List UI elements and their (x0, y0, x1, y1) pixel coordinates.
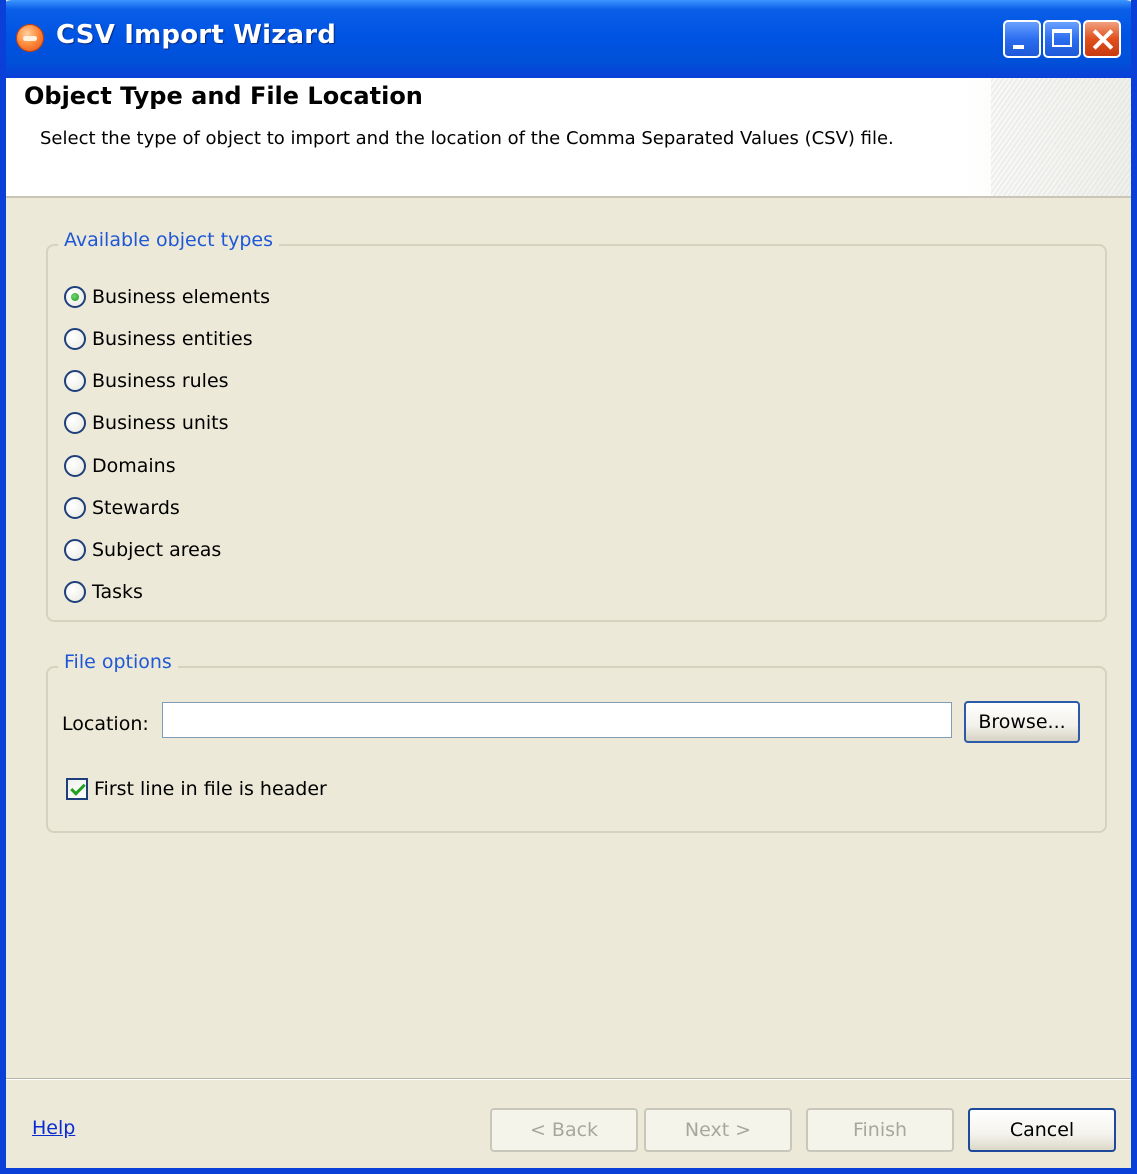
back-button[interactable]: < Back (490, 1108, 638, 1152)
finish-button[interactable]: Finish (806, 1108, 954, 1152)
location-label: Location: (62, 713, 149, 735)
close-button[interactable] (1083, 20, 1121, 58)
radio-business-rules[interactable]: Business rules (64, 366, 229, 396)
radio-business-units[interactable]: Business units (64, 408, 229, 438)
file-options-legend: File options (58, 651, 178, 673)
page-title: Object Type and File Location (24, 82, 423, 110)
radio-domains[interactable]: Domains (64, 451, 176, 481)
next-button[interactable]: Next > (644, 1108, 792, 1152)
radio-button[interactable] (64, 412, 86, 434)
radio-label: Business elements (92, 286, 271, 308)
radio-button[interactable] (64, 497, 86, 519)
file-options-group: File options Location: Browse... First l… (46, 651, 1107, 833)
radio-button[interactable] (64, 286, 86, 308)
browse-button[interactable]: Browse... (964, 701, 1080, 743)
page-description: Select the type of object to import and … (40, 128, 894, 149)
radio-stewards[interactable]: Stewards (64, 493, 180, 523)
radio-label: Tasks (92, 581, 143, 603)
radio-button[interactable] (64, 370, 86, 392)
radio-business-entities[interactable]: Business entities (64, 324, 253, 354)
help-link[interactable]: Help (32, 1117, 75, 1139)
radio-label: Business rules (92, 370, 229, 392)
wizard-header: Object Type and File Location Select the… (6, 78, 1131, 198)
header-decoration (991, 78, 1131, 196)
minimize-button[interactable] (1003, 20, 1041, 58)
radio-button[interactable] (64, 581, 86, 603)
radio-label: Stewards (92, 497, 180, 519)
location-input[interactable] (162, 702, 952, 738)
radio-button[interactable] (64, 328, 86, 350)
object-types-group: Available object types Business elements… (46, 229, 1107, 622)
cancel-button[interactable]: Cancel (968, 1108, 1116, 1152)
footer-separator (6, 1078, 1131, 1080)
header-checkbox-row[interactable]: First line in file is header (66, 778, 327, 800)
radio-label: Business entities (92, 328, 253, 350)
radio-label: Subject areas (92, 539, 222, 561)
radio-button[interactable] (64, 539, 86, 561)
header-checkbox-label: First line in file is header (94, 778, 327, 800)
radio-label: Domains (92, 455, 176, 477)
radio-subject-areas[interactable]: Subject areas (64, 535, 221, 565)
radio-button[interactable] (64, 455, 86, 477)
radio-label: Business units (92, 412, 229, 434)
header-checkbox[interactable] (66, 778, 88, 800)
radio-business-elements[interactable]: Business elements (64, 282, 270, 312)
app-icon (16, 24, 44, 52)
window-title: CSV Import Wizard (56, 20, 337, 50)
radio-tasks[interactable]: Tasks (64, 577, 143, 607)
maximize-button[interactable] (1043, 20, 1081, 58)
title-bar[interactable]: CSV Import Wizard (6, 0, 1131, 78)
wizard-window: CSV Import Wizard Object Type and File L… (0, 0, 1137, 1174)
object-types-legend: Available object types (58, 229, 279, 251)
